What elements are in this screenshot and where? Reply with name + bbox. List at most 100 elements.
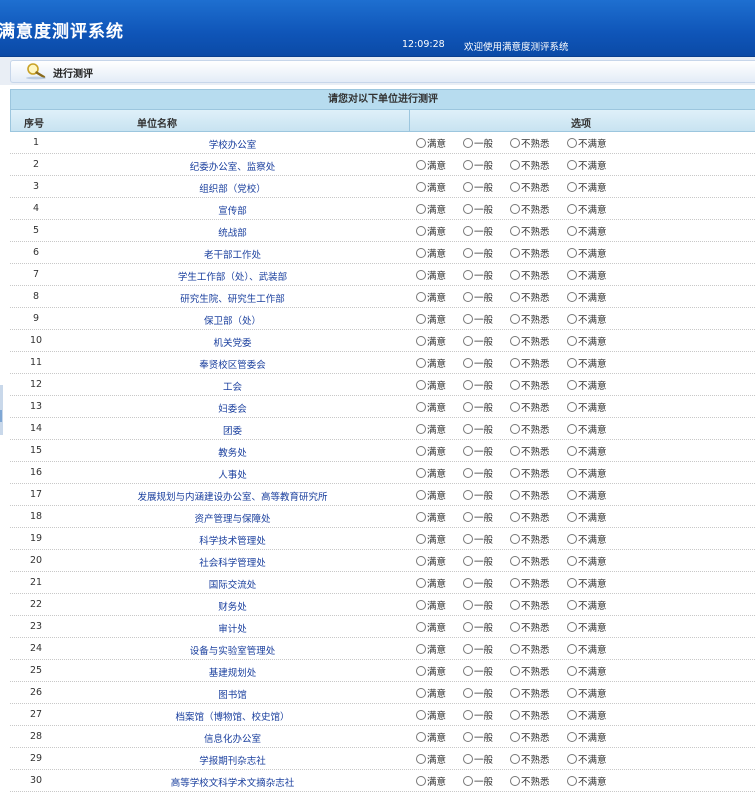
rating-option[interactable]: 一般 [463, 642, 493, 656]
rating-option[interactable]: 不熟悉 [510, 774, 550, 788]
radio-button[interactable] [567, 248, 577, 258]
rating-option[interactable]: 满意 [416, 730, 446, 744]
rating-option[interactable]: 不熟悉 [510, 708, 550, 722]
radio-button[interactable] [510, 732, 520, 742]
unit-name-link[interactable]: 档案馆（博物馆、校史馆） [100, 709, 365, 723]
rating-option[interactable]: 一般 [463, 312, 493, 326]
radio-button[interactable] [416, 160, 426, 170]
rating-option[interactable]: 一般 [463, 444, 493, 458]
rating-option[interactable]: 满意 [416, 136, 446, 150]
unit-name-link[interactable]: 资产管理与保障处 [100, 511, 365, 525]
rating-option[interactable]: 满意 [416, 752, 446, 766]
rating-option[interactable]: 一般 [463, 268, 493, 282]
rating-option[interactable]: 一般 [463, 334, 493, 348]
rating-option[interactable]: 一般 [463, 752, 493, 766]
radio-button[interactable] [463, 226, 473, 236]
rating-option[interactable]: 不熟悉 [510, 268, 550, 282]
radio-button[interactable] [510, 666, 520, 676]
rating-option[interactable]: 一般 [463, 664, 493, 678]
unit-name-link[interactable]: 研究生院、研究生工作部 [100, 291, 365, 305]
rating-option[interactable]: 不满意 [567, 598, 607, 612]
radio-button[interactable] [510, 204, 520, 214]
radio-button[interactable] [416, 644, 426, 654]
radio-button[interactable] [416, 226, 426, 236]
unit-name-link[interactable]: 团委 [100, 423, 365, 437]
radio-button[interactable] [463, 160, 473, 170]
radio-button[interactable] [567, 446, 577, 456]
radio-button[interactable] [567, 138, 577, 148]
radio-button[interactable] [463, 446, 473, 456]
radio-button[interactable] [416, 512, 426, 522]
rating-option[interactable]: 不满意 [567, 268, 607, 282]
rating-option[interactable]: 不满意 [567, 532, 607, 546]
rating-option[interactable]: 满意 [416, 422, 446, 436]
rating-option[interactable]: 不满意 [567, 136, 607, 150]
rating-option[interactable]: 不熟悉 [510, 422, 550, 436]
radio-button[interactable] [510, 578, 520, 588]
radio-button[interactable] [510, 556, 520, 566]
rating-option[interactable]: 不满意 [567, 642, 607, 656]
radio-button[interactable] [463, 182, 473, 192]
radio-button[interactable] [463, 358, 473, 368]
radio-button[interactable] [416, 424, 426, 434]
rating-option[interactable]: 不满意 [567, 488, 607, 502]
unit-name-link[interactable]: 老干部工作处 [100, 247, 365, 261]
unit-name-link[interactable]: 发展规划与内涵建设办公室、高等教育研究所 [100, 489, 365, 503]
rating-option[interactable]: 不满意 [567, 752, 607, 766]
rating-option[interactable]: 满意 [416, 312, 446, 326]
rating-option[interactable]: 不熟悉 [510, 642, 550, 656]
rating-option[interactable]: 满意 [416, 532, 446, 546]
rating-option[interactable]: 满意 [416, 598, 446, 612]
radio-button[interactable] [463, 336, 473, 346]
radio-button[interactable] [416, 666, 426, 676]
rating-option[interactable]: 不熟悉 [510, 752, 550, 766]
radio-button[interactable] [463, 688, 473, 698]
radio-button[interactable] [567, 732, 577, 742]
rating-option[interactable]: 满意 [416, 400, 446, 414]
rating-option[interactable]: 不满意 [567, 158, 607, 172]
rating-option[interactable]: 一般 [463, 598, 493, 612]
rating-option[interactable]: 一般 [463, 466, 493, 480]
rating-option[interactable]: 不满意 [567, 224, 607, 238]
rating-option[interactable]: 不熟悉 [510, 312, 550, 326]
radio-button[interactable] [416, 468, 426, 478]
rating-option[interactable]: 不满意 [567, 576, 607, 590]
rating-option[interactable]: 满意 [416, 356, 446, 370]
rating-option[interactable]: 满意 [416, 290, 446, 304]
radio-button[interactable] [567, 358, 577, 368]
rating-option[interactable]: 一般 [463, 708, 493, 722]
rating-option[interactable]: 满意 [416, 202, 446, 216]
radio-button[interactable] [510, 424, 520, 434]
rating-option[interactable]: 一般 [463, 532, 493, 546]
rating-option[interactable]: 满意 [416, 246, 446, 260]
rating-option[interactable]: 不熟悉 [510, 730, 550, 744]
rating-option[interactable]: 满意 [416, 378, 446, 392]
radio-button[interactable] [510, 468, 520, 478]
rating-option[interactable]: 一般 [463, 488, 493, 502]
radio-button[interactable] [567, 226, 577, 236]
rating-option[interactable]: 不熟悉 [510, 224, 550, 238]
radio-button[interactable] [567, 336, 577, 346]
radio-button[interactable] [416, 534, 426, 544]
unit-name-link[interactable]: 基建规划处 [100, 665, 365, 679]
radio-button[interactable] [463, 776, 473, 786]
radio-button[interactable] [463, 138, 473, 148]
radio-button[interactable] [567, 600, 577, 610]
radio-button[interactable] [463, 248, 473, 258]
radio-button[interactable] [463, 600, 473, 610]
radio-button[interactable] [510, 512, 520, 522]
rating-option[interactable]: 不熟悉 [510, 686, 550, 700]
radio-button[interactable] [567, 556, 577, 566]
radio-button[interactable] [463, 644, 473, 654]
rating-option[interactable]: 不熟悉 [510, 510, 550, 524]
unit-name-link[interactable]: 财务处 [100, 599, 365, 613]
rating-option[interactable]: 满意 [416, 466, 446, 480]
radio-button[interactable] [567, 710, 577, 720]
rating-option[interactable]: 满意 [416, 510, 446, 524]
radio-button[interactable] [416, 270, 426, 280]
radio-button[interactable] [463, 402, 473, 412]
radio-button[interactable] [463, 424, 473, 434]
radio-button[interactable] [416, 248, 426, 258]
rating-option[interactable]: 一般 [463, 180, 493, 194]
unit-name-link[interactable]: 学生工作部（处）、武装部 [100, 269, 365, 283]
